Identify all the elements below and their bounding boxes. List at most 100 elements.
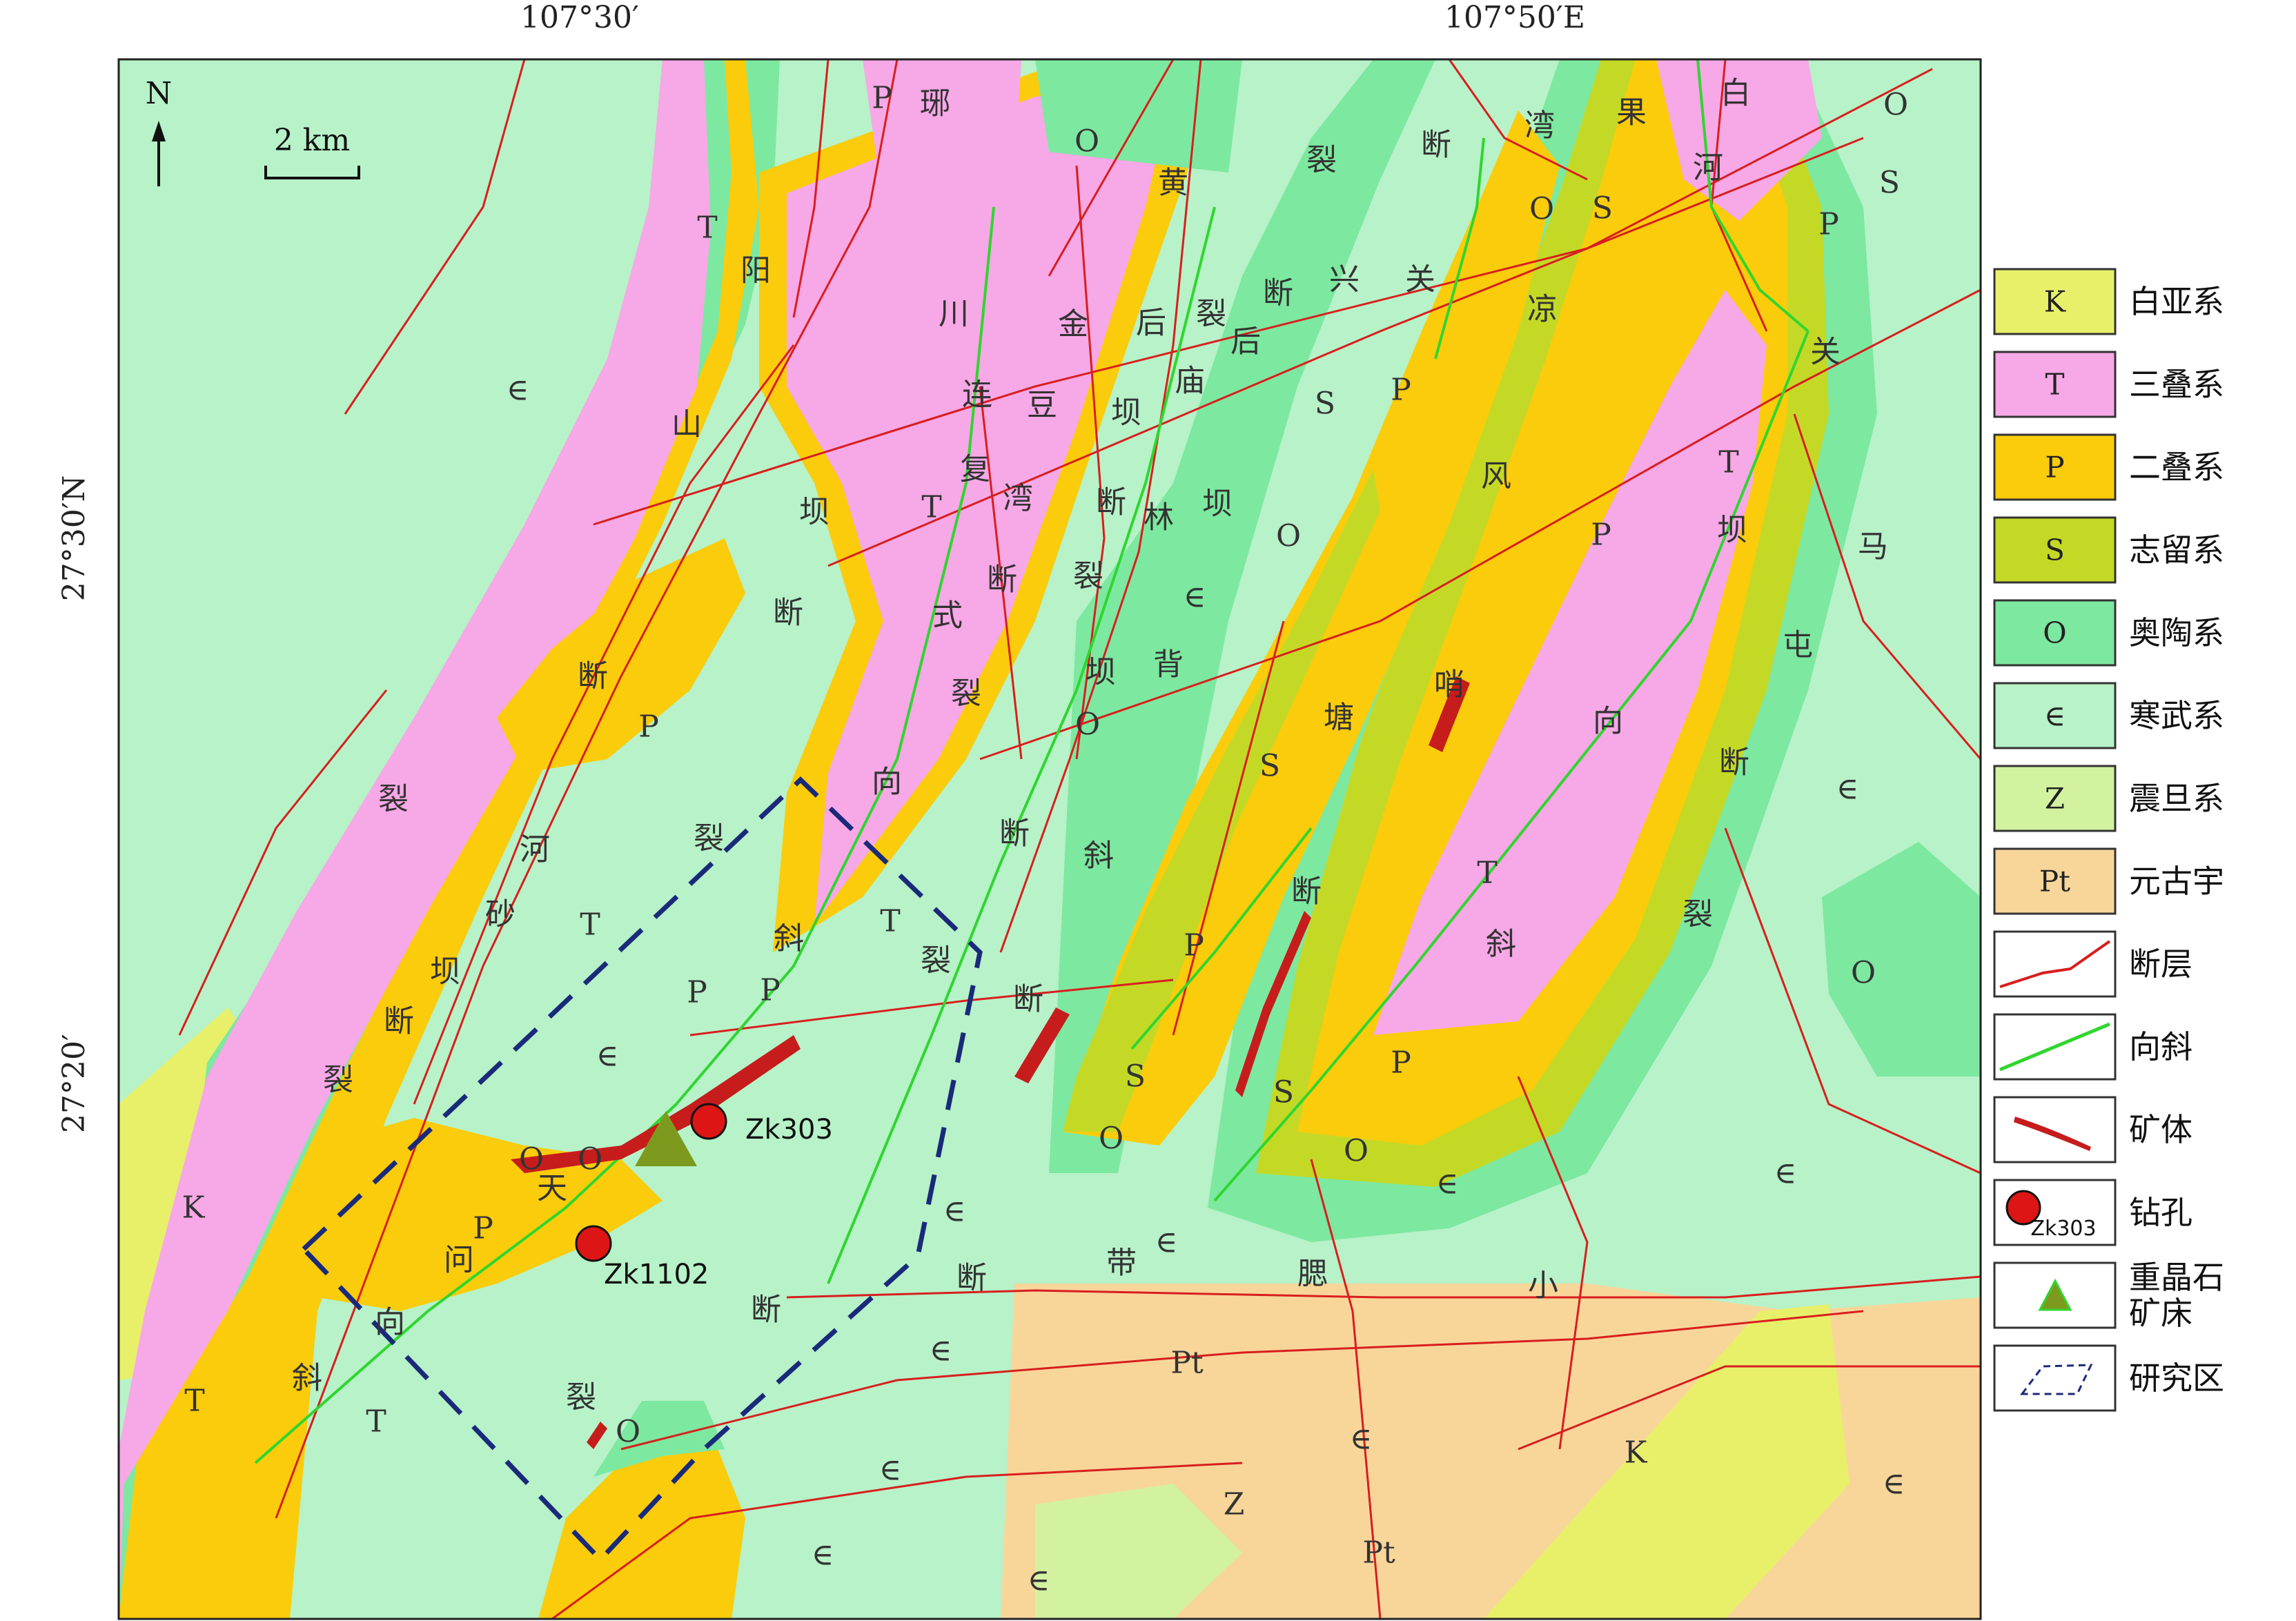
structure-name-char: 断 — [578, 659, 608, 694]
legend-symbol: P — [2045, 451, 2064, 484]
legend-label: 志留系 — [2129, 531, 2224, 569]
legend-item: P 二叠系 — [1993, 433, 2224, 501]
unit-label: ∈ — [930, 1333, 952, 1368]
structure-name-char: 河 — [1693, 150, 1723, 186]
unit-label: P — [1591, 518, 1611, 553]
structure-name-char: 坝 — [1086, 655, 1116, 690]
legend-item: 研究区 — [1993, 1344, 2224, 1412]
structure-name-char: 果 — [1616, 95, 1647, 130]
structure-name-char: 斜 — [292, 1361, 322, 1396]
borehole-label: Zk1102 — [604, 1259, 709, 1290]
unit-label: T — [697, 210, 717, 246]
structure-name-char: 斜 — [1083, 838, 1114, 874]
unit-label: ∈ — [507, 373, 529, 408]
structure-name-char: 裂 — [1073, 559, 1103, 594]
top-coordinate-label: 107°30′ — [520, 0, 639, 35]
unit-label: O — [1099, 1121, 1124, 1157]
legend-label: 重晶石 — [2129, 1259, 2224, 1296]
scale-label: 2 km — [274, 123, 350, 158]
structure-name-char: 背 — [1153, 647, 1184, 682]
legend-symbol: Z — [2045, 782, 2065, 816]
left-coordinate-label: 27°20′ — [57, 1034, 92, 1133]
unit-label: T — [1477, 856, 1497, 891]
unit-label: P — [687, 975, 707, 1010]
structure-name-char: 林 — [1144, 500, 1174, 536]
unit-label: S — [1879, 166, 1900, 201]
structure-name-char: 河 — [520, 832, 550, 867]
unit-label: O — [616, 1415, 640, 1450]
structure-name-char: 坝 — [1717, 513, 1747, 548]
unit-label: ∈ — [879, 1453, 902, 1488]
legend-item: Zk303 钻孔 — [1993, 1179, 2192, 1246]
structure-name-char: 断 — [751, 1293, 781, 1328]
top-coordinate-label: 107°50′E — [1444, 0, 1585, 35]
structure-name-char: 裂 — [323, 1063, 353, 1098]
geological-map: 107°30′ 107°50′E 27°30′N 27°20′ N 2 km K… — [57, 0, 2224, 1620]
unit-label: T — [1718, 445, 1738, 480]
unit-label: T — [366, 1404, 386, 1440]
legend-item: Pt 元古宇 — [1993, 847, 2224, 915]
legend-item: ∈ 寒武系 — [1993, 682, 2224, 749]
legend-item: 向斜 — [1993, 1013, 2192, 1081]
unit-label: O — [1529, 192, 1554, 227]
unit-label: P — [1391, 373, 1411, 408]
structure-name-char: 断 — [384, 1004, 414, 1039]
structure-name-char: 断 — [1013, 982, 1043, 1017]
legend-label: 向斜 — [2129, 1028, 2192, 1065]
structure-name-char: 裂 — [951, 676, 981, 711]
legend-item: S 志留系 — [1993, 516, 2224, 584]
legend-symbol: Pt — [2039, 865, 2070, 898]
unit-label: O — [578, 1142, 602, 1177]
unit-label: T — [880, 904, 900, 939]
structure-name-char: 裂 — [694, 821, 724, 856]
unit-label: O — [1883, 88, 1908, 123]
legend-symbol: O — [2043, 616, 2066, 650]
unit-label: ∈ — [1883, 1466, 1905, 1502]
unit-label: ∈ — [1436, 1166, 1459, 1201]
structure-name-char: 断 — [1719, 745, 1749, 780]
legend-item: 矿体 — [1993, 1096, 2192, 1163]
unit-label: O — [1075, 124, 1099, 159]
structure-name-char: 断 — [999, 816, 1030, 852]
legend-label: 钻孔 — [2129, 1194, 2192, 1231]
structure-name-char: 兴 — [1329, 262, 1360, 297]
structure-name-char: 裂 — [566, 1380, 596, 1415]
structure-name-char: 裂 — [921, 943, 951, 979]
structure-name-char: 马 — [1858, 529, 1888, 564]
unit-label: ∈ — [1774, 1156, 1797, 1191]
structure-name-char: 关 — [1405, 262, 1435, 297]
legend-label: 寒武系 — [2129, 697, 2224, 734]
structure-name-char: 断 — [773, 596, 803, 631]
legend-swatch — [1993, 1096, 2117, 1163]
legend-label: 二叠系 — [2129, 449, 2224, 486]
structure-name-char: 连 — [962, 377, 992, 413]
structure-name-char: 向 — [1593, 704, 1623, 739]
legend-label: 奥陶系 — [2129, 614, 2224, 651]
structure-name-char: 金 — [1058, 307, 1088, 342]
legend-label: 断层 — [2129, 945, 2192, 983]
structure-name-char: 断 — [987, 562, 1017, 598]
structure-name-char: 塘 — [1324, 700, 1354, 736]
legend-item: 重晶石矿床 — [1993, 1259, 2224, 1332]
structure-name-char: 坝 — [430, 954, 460, 990]
unit-label: S — [1125, 1059, 1146, 1094]
unit-label: ∈ — [1350, 1422, 1373, 1457]
structure-name-char: 斜 — [1486, 927, 1516, 962]
unit-label: O — [1851, 956, 1876, 991]
structure-name-char: 复 — [960, 452, 990, 487]
structure-name-char: 湾 — [1003, 481, 1033, 516]
structure-name-char: 阳 — [740, 253, 771, 288]
structure-name-char: 后 — [1230, 324, 1261, 360]
unit-label: S — [1273, 1075, 1294, 1110]
structure-name-char: 断 — [1096, 485, 1126, 520]
legend-swatch — [1993, 1344, 2117, 1412]
unit-label: ∈ — [812, 1538, 834, 1573]
structure-name-char: 哨 — [1434, 667, 1464, 703]
structure-name-char: 裂 — [1306, 143, 1337, 178]
unit-label: P — [1391, 1045, 1411, 1081]
structure-name-char: 断 — [1263, 276, 1293, 311]
unit-label: O — [1344, 1134, 1368, 1169]
unit-label: P — [473, 1211, 493, 1246]
unit-label: K — [182, 1190, 206, 1226]
legend-item: O 奥陶系 — [1993, 599, 2224, 667]
